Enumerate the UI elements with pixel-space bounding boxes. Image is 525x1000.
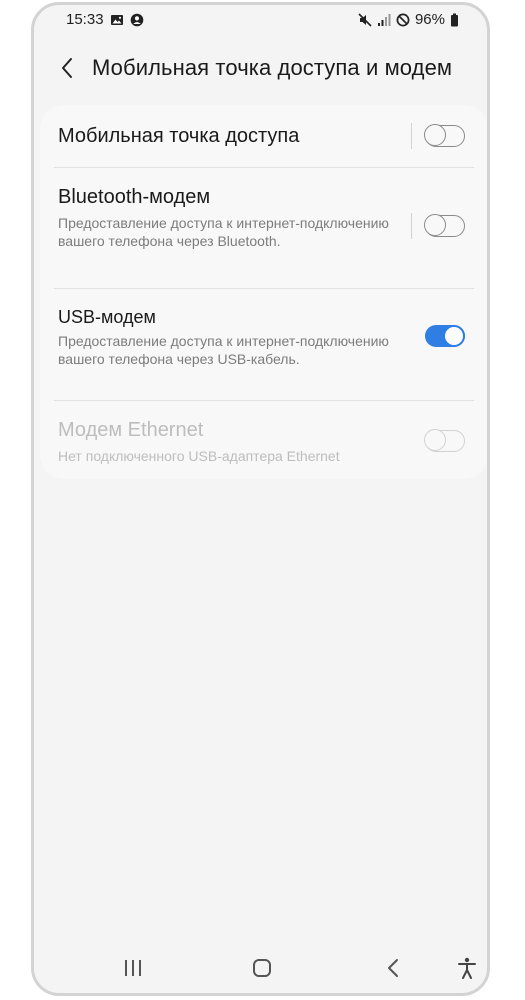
home-icon <box>253 959 271 977</box>
setting-title: Мобильная точка доступа <box>58 125 300 147</box>
header: Мобильная точка доступа и модем <box>34 45 487 89</box>
gallery-icon <box>110 13 124 27</box>
status-left: 15:33 <box>66 11 144 28</box>
setting-bluetooth-tethering[interactable]: Bluetooth-модем Предоставление доступа к… <box>58 186 470 270</box>
toggle-knob <box>443 325 465 347</box>
hotspot-toggle[interactable] <box>424 124 465 147</box>
settings-card: Мобильная точка доступа Bluetooth-модем … <box>40 105 487 479</box>
nav-back-button[interactable] <box>378 953 408 983</box>
page-title: Мобильная точка доступа и модем <box>92 55 453 80</box>
recent-apps-button[interactable] <box>118 953 148 983</box>
setting-description: Предоставление доступа к интернет-подклю… <box>58 333 389 367</box>
account-icon <box>130 13 144 27</box>
status-bar: 15:33 96% <box>34 5 487 35</box>
setting-description: Нет подключенного USB-адаптера Ethernet <box>58 448 340 464</box>
separator <box>411 213 412 239</box>
divider <box>54 400 474 401</box>
status-right: 96% <box>358 11 459 28</box>
setting-description: Предоставление доступа к интернет-подклю… <box>58 215 389 249</box>
phone-screen: 15:33 96% Мобильная точка доступа и моде… <box>31 2 490 996</box>
do-not-disturb-icon <box>396 13 410 27</box>
chevron-left-icon <box>62 58 72 78</box>
back-button[interactable] <box>50 51 84 85</box>
accessibility-icon <box>458 957 476 979</box>
usb-tethering-toggle[interactable] <box>425 325 465 347</box>
separator <box>411 123 412 149</box>
setting-mobile-hotspot[interactable]: Мобильная точка доступа <box>58 125 470 161</box>
setting-title: Модем Ethernet <box>58 419 204 441</box>
navigation-bar <box>34 945 487 993</box>
recent-apps-icon <box>125 960 141 976</box>
home-button[interactable] <box>247 953 277 983</box>
bluetooth-tethering-toggle[interactable] <box>424 214 465 237</box>
accessibility-button[interactable] <box>452 953 482 983</box>
status-time: 15:33 <box>66 11 104 28</box>
battery-percent: 96% <box>414 11 445 28</box>
back-icon <box>388 959 398 977</box>
divider <box>54 167 474 168</box>
toggle-knob <box>424 214 447 237</box>
setting-usb-tethering[interactable]: USB-модем Предоставление доступа к интер… <box>58 307 470 387</box>
mute-icon <box>358 12 372 27</box>
toggle-knob <box>424 429 447 452</box>
setting-ethernet-tethering: Модем Ethernet Нет подключенного USB-ада… <box>58 419 470 469</box>
divider <box>54 288 474 289</box>
signal-icon <box>377 13 391 27</box>
battery-icon <box>450 13 459 27</box>
setting-title: USB-модем <box>58 307 156 327</box>
toggle-knob <box>424 124 447 147</box>
ethernet-tethering-toggle <box>424 429 465 452</box>
setting-title: Bluetooth-модем <box>58 186 211 208</box>
